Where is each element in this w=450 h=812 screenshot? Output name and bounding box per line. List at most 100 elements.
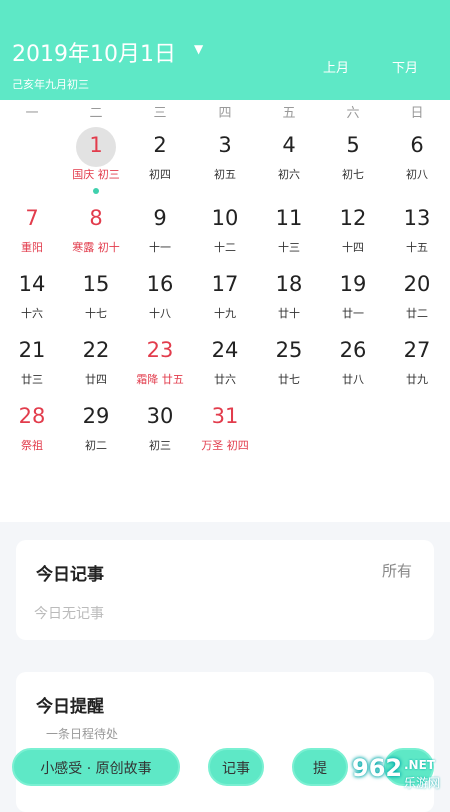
watermark-site-name: 乐游网 [404,776,441,790]
calendar-day-8[interactable]: 8 寒露 初十 [64,198,128,264]
lunar-day-label: 十一 [149,241,171,254]
day-number: 28 [18,404,46,428]
lunar-day-label: 廿六 [214,373,236,386]
calendar-day-23[interactable]: 23 霜降 廿五 [128,330,192,396]
lunar-day-label: 初五 [214,168,236,181]
calendar-day-13[interactable]: 13 十五 [385,198,449,264]
calendar-day-2[interactable]: 2 初四 [128,125,192,191]
chevron-down-icon[interactable]: ▼ [194,42,203,56]
calendar-day-22[interactable]: 22 廿四 [64,330,128,396]
calendar-day-25[interactable]: 25 廿七 [257,330,321,396]
day-number: 29 [82,404,110,428]
calendar-day-7[interactable]: 7 重阳 [0,198,64,264]
calendar-day-27[interactable]: 27 廿九 [385,330,449,396]
current-date-title[interactable]: 2019年10月1日 [12,36,176,68]
day-number: 19 [339,272,367,296]
calendar-day-16[interactable]: 16 十八 [128,264,192,330]
lunar-day-label: 初四 [149,168,171,181]
day-number: 30 [146,404,174,428]
lunar-day-label: 祭祖 [21,439,43,452]
weekday-header: 二 [89,106,103,121]
calendar-day-4[interactable]: 4 初六 [257,125,321,191]
calendar-day-19[interactable]: 19 廿一 [321,264,385,330]
prev-month-button[interactable]: 上月 [323,57,349,76]
day-number: 8 [89,206,103,230]
lunar-day-label: 初三 [149,439,171,452]
all-notes-link[interactable]: 所有 [382,560,412,581]
lunar-date-label: 己亥年九月初三 [12,78,89,91]
lunar-day-label: 初八 [406,168,428,181]
calendar-day-9[interactable]: 9 十一 [128,198,192,264]
calendar-day-20[interactable]: 20 廿二 [385,264,449,330]
day-number: 27 [403,338,431,362]
calendar-day-10[interactable]: 10 十二 [193,198,257,264]
calendar-day-14[interactable]: 14 十六 [0,264,64,330]
weekday-header: 日 [410,106,424,121]
weekday-header: 六 [346,106,360,121]
day-number: 9 [153,206,167,230]
calendar-day-29[interactable]: 29 初二 [64,396,128,462]
day-number: 17 [211,272,239,296]
calendar-day-24[interactable]: 24 廿六 [193,330,257,396]
today-reminders-title: 今日提醒 [36,697,104,717]
lunar-day-label: 十七 [85,307,107,320]
next-month-button[interactable]: 下月 [392,57,418,76]
day-number: 20 [403,272,431,296]
watermark-number: 962 [352,754,403,782]
calendar-day-18[interactable]: 18 廿十 [257,264,321,330]
lunar-day-label: 十六 [21,307,43,320]
calendar-day-1[interactable]: 1 国庆 初三 [64,125,128,194]
weekday-header: 五 [282,106,296,121]
today-notes-card[interactable]: 今日记事 所有 今日无记事 [16,540,434,640]
lunar-day-label: 十五 [406,241,428,254]
weekday-header: 四 [218,106,232,121]
reminder-preview-text: 一条日程待处 [46,727,119,741]
calendar-day-15[interactable]: 15 十七 [64,264,128,330]
lunar-day-label: 廿三 [21,373,43,386]
day-number: 31 [211,404,239,428]
lunar-day-label: 廿二 [406,307,428,320]
calendar-day-30[interactable]: 30 初三 [128,396,192,462]
no-notes-text: 今日无记事 [34,606,104,622]
calendar-day-28[interactable]: 28 祭祖 [0,396,64,462]
day-number: 15 [82,272,110,296]
lunar-day-label: 重阳 [21,241,43,254]
lunar-day-label: 十四 [342,241,364,254]
app-header: 2019年10月1日 ▼ 己亥年九月初三 上月 下月 [0,0,450,100]
calendar-day-26[interactable]: 26 廿八 [321,330,385,396]
calendar-day-12[interactable]: 12 十四 [321,198,385,264]
day-number: 21 [18,338,46,362]
day-number: 2 [153,133,167,157]
calendar-day-11[interactable]: 11 十三 [257,198,321,264]
reminder-button[interactable]: 提 [292,748,348,786]
day-number: 16 [146,272,174,296]
calendar-day-5[interactable]: 5 初七 [321,125,385,191]
notes-button[interactable]: 记事 [208,748,264,786]
watermark-net: .NET [404,758,435,772]
day-number: 6 [410,133,424,157]
calendar-day-3[interactable]: 3 初五 [193,125,257,191]
lunar-day-label: 廿九 [406,373,428,386]
lunar-day-label: 廿十 [278,307,300,320]
day-number: 10 [211,206,239,230]
event-dot [93,188,99,194]
day-number: 23 [146,338,174,362]
lunar-day-label: 十二 [214,241,236,254]
day-number: 22 [82,338,110,362]
today-notes-title: 今日记事 [36,565,104,585]
day-number: 25 [275,338,303,362]
weekday-header: 三 [153,106,167,121]
day-number: 7 [25,206,39,230]
lunar-day-label: 初二 [85,439,107,452]
site-watermark: 962 .NET 乐游网 [352,754,444,794]
lunar-day-label: 十三 [278,241,300,254]
lunar-day-label: 国庆 初三 [72,168,120,181]
original-stories-button[interactable]: 小感受 · 原创故事 [12,748,180,786]
lunar-day-label: 十九 [214,307,236,320]
calendar-day-6[interactable]: 6 初八 [385,125,449,191]
weekday-header: 一 [25,106,39,121]
calendar-day-17[interactable]: 17 十九 [193,264,257,330]
calendar-day-31[interactable]: 31 万圣 初四 [193,396,257,462]
lunar-day-label: 初六 [278,168,300,181]
calendar-day-21[interactable]: 21 廿三 [0,330,64,396]
